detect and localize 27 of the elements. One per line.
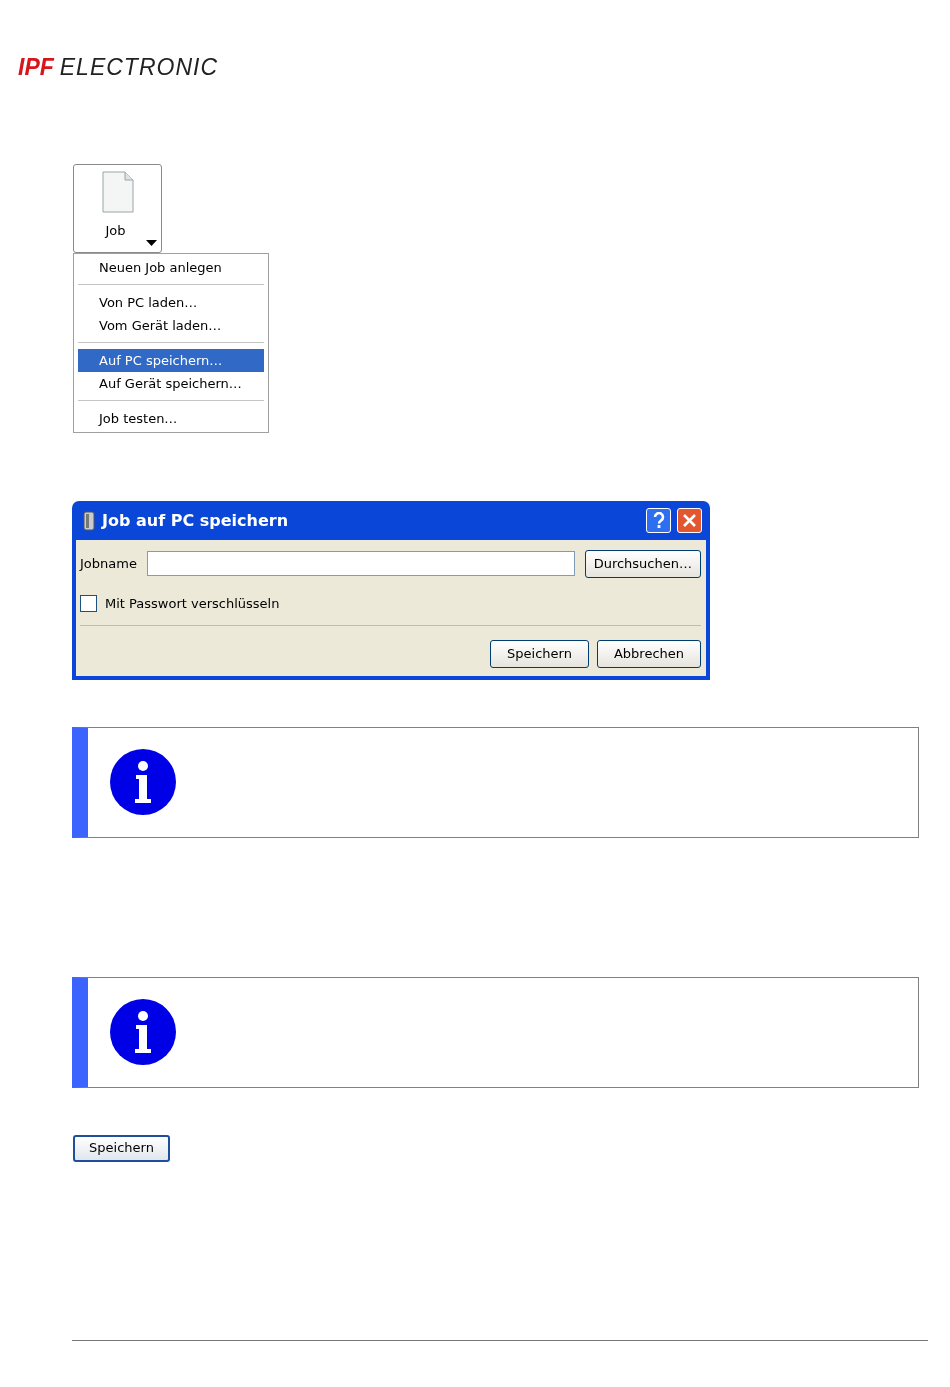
- document-icon: [101, 171, 134, 213]
- info-icon: [110, 999, 176, 1065]
- question-mark-icon: [652, 512, 665, 529]
- browse-button[interactable]: Durchsuchen…: [584, 550, 701, 578]
- caret-icon: [146, 240, 157, 246]
- logo-text: ELECTRONIC: [59, 53, 219, 82]
- cancel-button[interactable]: Abbrechen: [596, 640, 701, 668]
- field-label: Jobname: [80, 555, 137, 573]
- close-icon: [683, 514, 696, 527]
- app-icon: [82, 510, 96, 531]
- jobname-field[interactable]: [146, 551, 575, 577]
- help-button[interactable]: [646, 508, 671, 533]
- menu-item[interactable]: Neuen Job anlegen: [78, 256, 264, 279]
- menu-item[interactable]: Auf PC speichern…: [78, 349, 264, 372]
- save-button[interactable]: Speichern: [73, 1134, 170, 1162]
- window-title: Job auf PC speichern: [102, 509, 290, 532]
- checkbox-label: Mit Passwort verschlüsseln: [105, 594, 280, 613]
- close-button[interactable]: [677, 508, 702, 533]
- info-icon: [110, 749, 176, 815]
- menu-item[interactable]: Vom Gerät laden…: [78, 314, 264, 337]
- menu-item[interactable]: Von PC laden…: [78, 291, 264, 314]
- checkbox[interactable]: [80, 594, 97, 612]
- menu-item[interactable]: Auf Gerät speichern…: [78, 372, 264, 395]
- save-button[interactable]: Speichern: [490, 640, 589, 668]
- job-button[interactable]: Job: [73, 164, 162, 253]
- logo-mark: IPF: [18, 53, 54, 82]
- menu-item[interactable]: Job testen…: [78, 407, 264, 430]
